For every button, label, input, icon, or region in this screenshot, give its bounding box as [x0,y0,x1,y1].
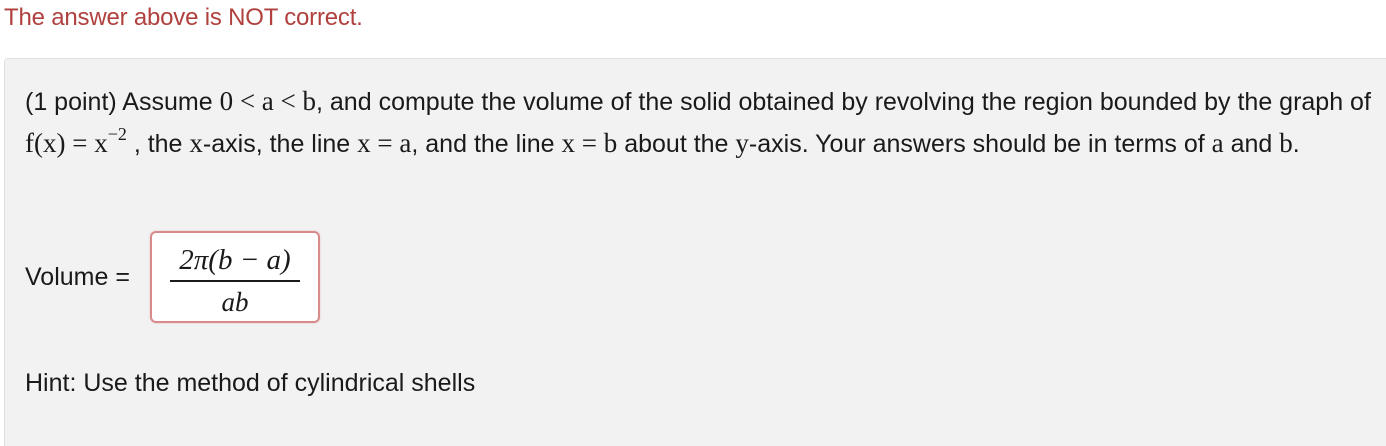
problem-text-6: about the [624,130,729,158]
math-x-axis: x [189,128,203,158]
fraction-bar [170,280,300,282]
math-function: f(x) = x [25,128,108,158]
fraction-denominator: ab [221,287,249,317]
math-line-a: x = a [357,128,412,158]
problem-text-9: . [1292,130,1300,158]
math-y-axis: y [735,128,749,158]
problem-text-7: -axis. Your answers should be in terms o… [748,130,1205,158]
math-var-a: a [1211,128,1224,158]
problem-text-2: , and compute the volume of the solid ob… [316,88,1371,116]
volume-label: Volume = [25,263,130,291]
problem-container: (1 point) Assume 0 < a < b, and compute … [4,58,1386,446]
math-line-b: x = b [561,128,618,158]
math-exponent: −2 [107,124,127,144]
hint-text: Hint: Use the method of cylindrical shel… [25,369,476,397]
answer-fraction: 2π(b − a) ab [170,243,300,318]
fraction-numerator: 2π(b − a) [179,244,291,276]
problem-text-1: Assume [122,88,213,116]
answer-status-message: The answer above is NOT correct. [4,4,363,31]
problem-statement: (1 point) Assume 0 < a < b, and compute … [25,81,1385,167]
problem-text-4: -axis, the line [202,130,351,158]
point-value: (1 point) [25,88,117,116]
math-inequality: 0 < a < b [219,86,317,116]
problem-text-3: , the [133,130,183,158]
problem-text-5: , and the line [411,130,555,158]
math-var-b: b [1279,128,1293,158]
volume-answer-input[interactable]: 2π(b − a) ab [150,231,320,323]
problem-text-8: and [1230,130,1273,158]
